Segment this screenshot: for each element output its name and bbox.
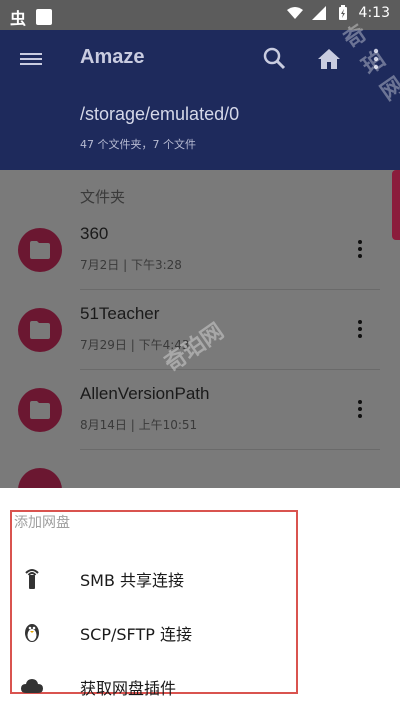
add-cloud-sheet: 添加网盘 SMB 共享连接 SCP/SFTP 连接 获取网盘插件 <box>0 488 400 710</box>
app-title: Amaze <box>80 46 145 68</box>
path-summary: 47 个文件夹，7 个文件 <box>80 138 196 151</box>
sheet-item-label: SMB 共享连接 <box>80 571 185 590</box>
file-meta: 8月14日 | 上午10:51 <box>80 418 198 432</box>
folder-icon <box>18 388 62 432</box>
status-bar-left: 虫 <box>10 5 53 29</box>
cloud-icon <box>21 679 43 693</box>
item-more-icon[interactable] <box>352 394 368 424</box>
app-toolbar: Amaze /storage/emulated/0 47 个文件夹，7 个文件 <box>0 30 400 170</box>
sheet-title: 添加网盘 <box>14 515 70 531</box>
current-path[interactable]: /storage/emulated/0 <box>80 104 239 125</box>
list-item[interactable]: 360 7月2日 | 下午3:28 <box>0 210 400 290</box>
wifi-icon <box>286 7 303 19</box>
signal-icon <box>311 6 326 20</box>
item-more-icon[interactable] <box>352 234 368 264</box>
folder-icon <box>18 308 62 352</box>
search-icon[interactable] <box>262 46 288 72</box>
get-cloud-plugin-option[interactable]: 获取网盘插件 <box>0 660 300 710</box>
sheet-item-label: 获取网盘插件 <box>80 679 177 698</box>
section-header: 文件夹 <box>80 188 126 206</box>
item-more-icon[interactable] <box>352 314 368 344</box>
linux-penguin-icon <box>25 624 39 642</box>
sheet-item-label: SCP/SFTP 连接 <box>80 625 192 644</box>
folder-icon <box>18 228 62 272</box>
file-name: AllenVersionPath <box>80 384 210 403</box>
sftp-connection-option[interactable]: SCP/SFTP 连接 <box>0 606 300 658</box>
file-meta: 7月2日 | 下午3:28 <box>80 258 182 272</box>
menu-icon[interactable] <box>20 50 44 68</box>
app-notification-icon: 虫 <box>10 9 27 28</box>
file-name: 360 <box>80 224 109 243</box>
smb-signal-icon <box>25 569 39 589</box>
file-name: 51Teacher <box>80 304 160 323</box>
home-icon[interactable] <box>316 46 342 72</box>
notification-square-icon <box>36 9 53 25</box>
list-item[interactable]: AllenVersionPath 8月14日 | 上午10:51 <box>0 370 400 450</box>
smb-connection-option[interactable]: SMB 共享连接 <box>0 552 300 604</box>
